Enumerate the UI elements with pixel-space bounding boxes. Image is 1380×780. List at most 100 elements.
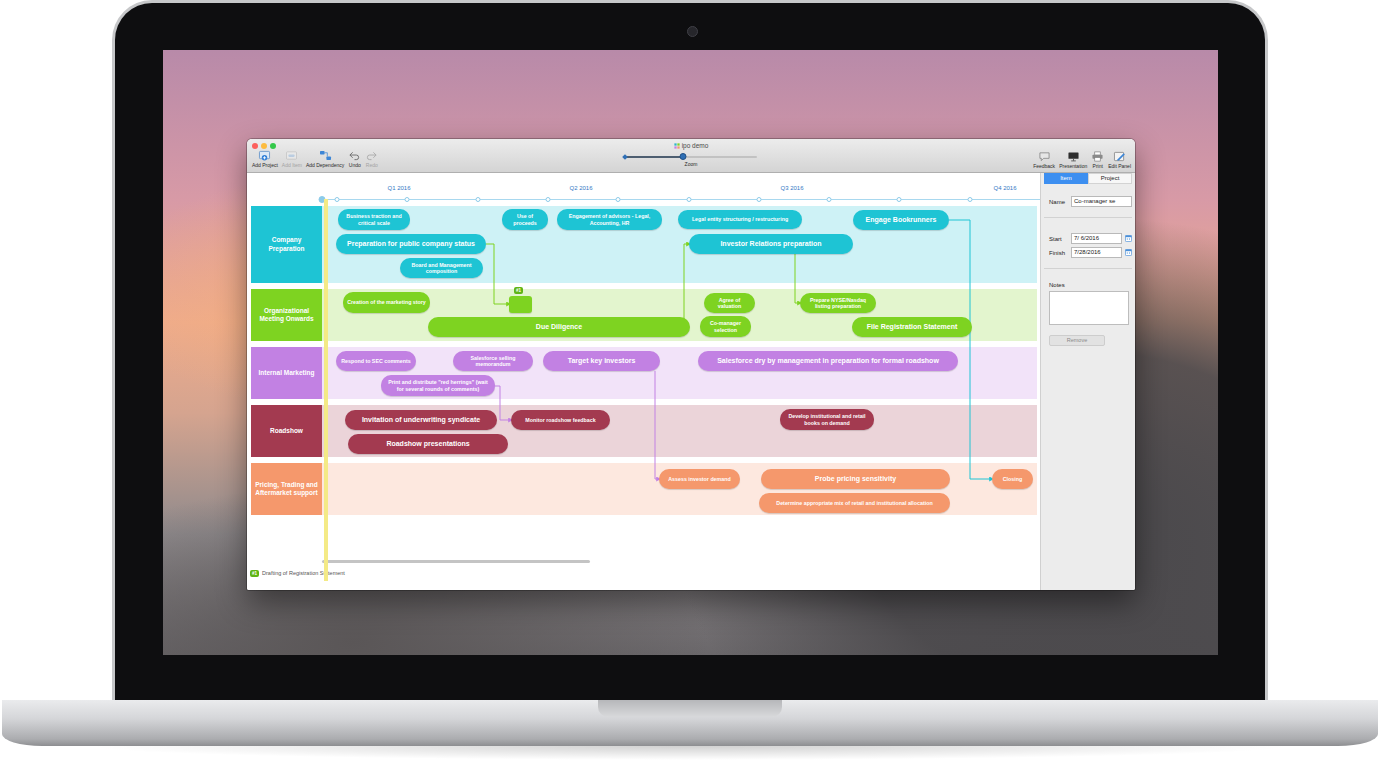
toolbar-button[interactable]: Presentation (1059, 151, 1087, 169)
window-controls (252, 143, 625, 149)
toolbar-button[interactable]: Redo (365, 150, 378, 168)
lane-label[interactable]: Pricing, Trading and Aftermarket support (251, 463, 322, 515)
timeline-tick (335, 197, 340, 202)
zoom-start-icon[interactable] (622, 154, 628, 160)
calendar-icon[interactable] (1125, 235, 1132, 242)
timeline-tick (686, 197, 691, 202)
field-input[interactable]: 7/ 6/2016 (1071, 233, 1122, 244)
close-icon[interactable] (252, 143, 258, 149)
field-input[interactable]: 7/28/2016 (1071, 247, 1122, 258)
swimlane: Company Preparation Business traction and… (251, 206, 1037, 283)
inspector-tabs: ItemProject (1044, 173, 1132, 184)
lane-label[interactable]: Organizational Meeting Onwards (251, 289, 322, 341)
task-bar[interactable]: Co-manager selection (700, 316, 751, 337)
inspector-tab[interactable]: Project (1088, 173, 1132, 184)
swimlane: Roadshow Invitation of underwriting syndi… (251, 405, 1037, 457)
task-bar[interactable]: Agree of valuation (704, 293, 755, 313)
task-bar[interactable]: Creation of the marketing story (343, 292, 430, 313)
window-title: ipo demo (674, 142, 709, 150)
task-bar[interactable]: Board and Management composition (400, 258, 483, 278)
window-body: Q1 2016Q2 2016Q3 2016Q4 2016Company Prep… (247, 173, 1135, 590)
toolbar-button-label: Redo (366, 162, 378, 168)
toolbar-button[interactable]: Add Project (252, 150, 278, 168)
task-bar[interactable]: Engagement of advisors - Legal, Accounti… (557, 209, 662, 230)
milestone-badge: #1 (250, 570, 259, 577)
toolbar-button-label: Edit Panel (1108, 163, 1131, 169)
toolbar-button[interactable]: Edit Panel (1108, 151, 1131, 169)
window-title-text: ipo demo (682, 142, 709, 150)
task-bar[interactable]: Business traction and critical scale (338, 209, 410, 230)
task-bar[interactable]: Investor Relations preparation (689, 234, 853, 254)
lane-track: Creation of the marketing story #1 Agree o… (322, 289, 1037, 341)
desktop: Add Project Add Item Add Dependency Undo Red… (163, 50, 1218, 655)
lane-track: Respond to SEC comments Salesforce sellin… (322, 347, 1037, 399)
milestone[interactable]: #1 (509, 296, 532, 313)
task-bar[interactable]: Legal entity structuring / restructuring (678, 210, 802, 229)
separator (1044, 268, 1132, 269)
separator (1044, 217, 1132, 218)
task-bar[interactable]: Probe pricing sensitivity (761, 469, 950, 489)
toolbar-button[interactable]: Undo (348, 150, 361, 168)
canvas-empty-area (247, 515, 1040, 560)
task-bar[interactable]: Respond to SEC comments (336, 351, 416, 371)
toolbar-button[interactable]: Feedback (1033, 151, 1055, 169)
zoom-slider[interactable] (625, 152, 757, 161)
field-label: Finish (1044, 249, 1068, 257)
lane-label[interactable]: Roadshow (251, 405, 322, 457)
field-label: Start (1044, 235, 1068, 243)
zoom-knob[interactable] (680, 153, 687, 160)
task-bar[interactable]: Monitor roadshow feedback (511, 410, 610, 430)
toolbar-button[interactable]: Add Item (282, 150, 302, 168)
task-bar[interactable]: Closing (992, 469, 1033, 489)
task-bar[interactable]: Determine appropriate mix of retail and … (759, 493, 950, 513)
field-input[interactable]: Co-manager se (1071, 196, 1132, 207)
minimize-icon[interactable] (261, 143, 267, 149)
calendar-icon[interactable] (1125, 249, 1132, 256)
task-bar[interactable]: Target key investors (543, 351, 660, 371)
toolbar-button-label: Add Item (282, 162, 302, 168)
toolbar-center: ipo demoZoom (625, 139, 757, 172)
today-marker[interactable] (324, 199, 328, 581)
remove-button[interactable]: Remove (1049, 335, 1105, 346)
milestone-badge: #1 (514, 287, 523, 294)
undo-icon (348, 150, 361, 161)
feedback-icon (1038, 151, 1051, 162)
task-bar[interactable]: Salesforce dry by management in preparat… (698, 351, 958, 371)
add-dependency-icon (319, 150, 332, 161)
timeline-tick (475, 197, 480, 202)
laptop-bezel: Add Project Add Item Add Dependency Undo Red… (112, 0, 1268, 700)
timeline-tick (616, 197, 621, 202)
task-bar[interactable]: Preparation for public company status (336, 234, 486, 254)
task-bar[interactable]: Use of proceeds (502, 209, 548, 230)
zoom-window-icon[interactable] (270, 143, 276, 149)
task-bar[interactable]: Prepare NYSE/Nasdaq listing preparation (800, 293, 876, 313)
task-bar[interactable]: File Registration Statement (852, 317, 972, 337)
toolbar-button[interactable]: Add Dependency (306, 150, 344, 168)
lane-track: Assess investor demand Probe pricing sens… (322, 463, 1037, 515)
task-bar[interactable]: Invitation of underwriting syndicate (345, 410, 497, 430)
task-bar[interactable]: Develop institutional and retail books o… (780, 409, 874, 430)
scroll-thumb[interactable] (322, 560, 590, 563)
task-bar[interactable]: Due Diligence (428, 317, 690, 337)
timeline-axis (322, 199, 1040, 200)
toolbar-button[interactable]: Print (1091, 151, 1104, 169)
camera-icon (687, 26, 698, 37)
swimlane: Internal MarketingRespond to SEC comment… (251, 347, 1037, 399)
edit-panel-icon (1113, 151, 1126, 162)
toolbar-button-label: Presentation (1059, 163, 1087, 169)
task-bar[interactable]: Print and distribute "red herrings" (wai… (381, 375, 495, 396)
toolbar-button-label: Add Project (252, 162, 278, 168)
lane-label[interactable]: Internal Marketing (251, 347, 322, 399)
timeline-tick (897, 197, 902, 202)
inspector-panel: ItemProjectNameCo-manager seStart7/ 6/20… (1040, 173, 1135, 590)
lane-label[interactable]: Company Preparation (251, 206, 322, 283)
notes-textarea[interactable] (1049, 291, 1129, 325)
task-bar[interactable]: Roadshow presentations (348, 434, 508, 454)
quarter-label: Q3 2016 (780, 185, 803, 192)
task-bar[interactable]: Salesforce selling memorandum (453, 351, 533, 371)
page: Add Project Add Item Add Dependency Undo Red… (0, 0, 1380, 780)
task-bar[interactable]: Engage Bookrunners (853, 210, 949, 230)
task-bar[interactable]: Assess investor demand (659, 469, 740, 489)
inspector-tab[interactable]: Item (1044, 173, 1088, 184)
add-item-icon (285, 150, 298, 161)
